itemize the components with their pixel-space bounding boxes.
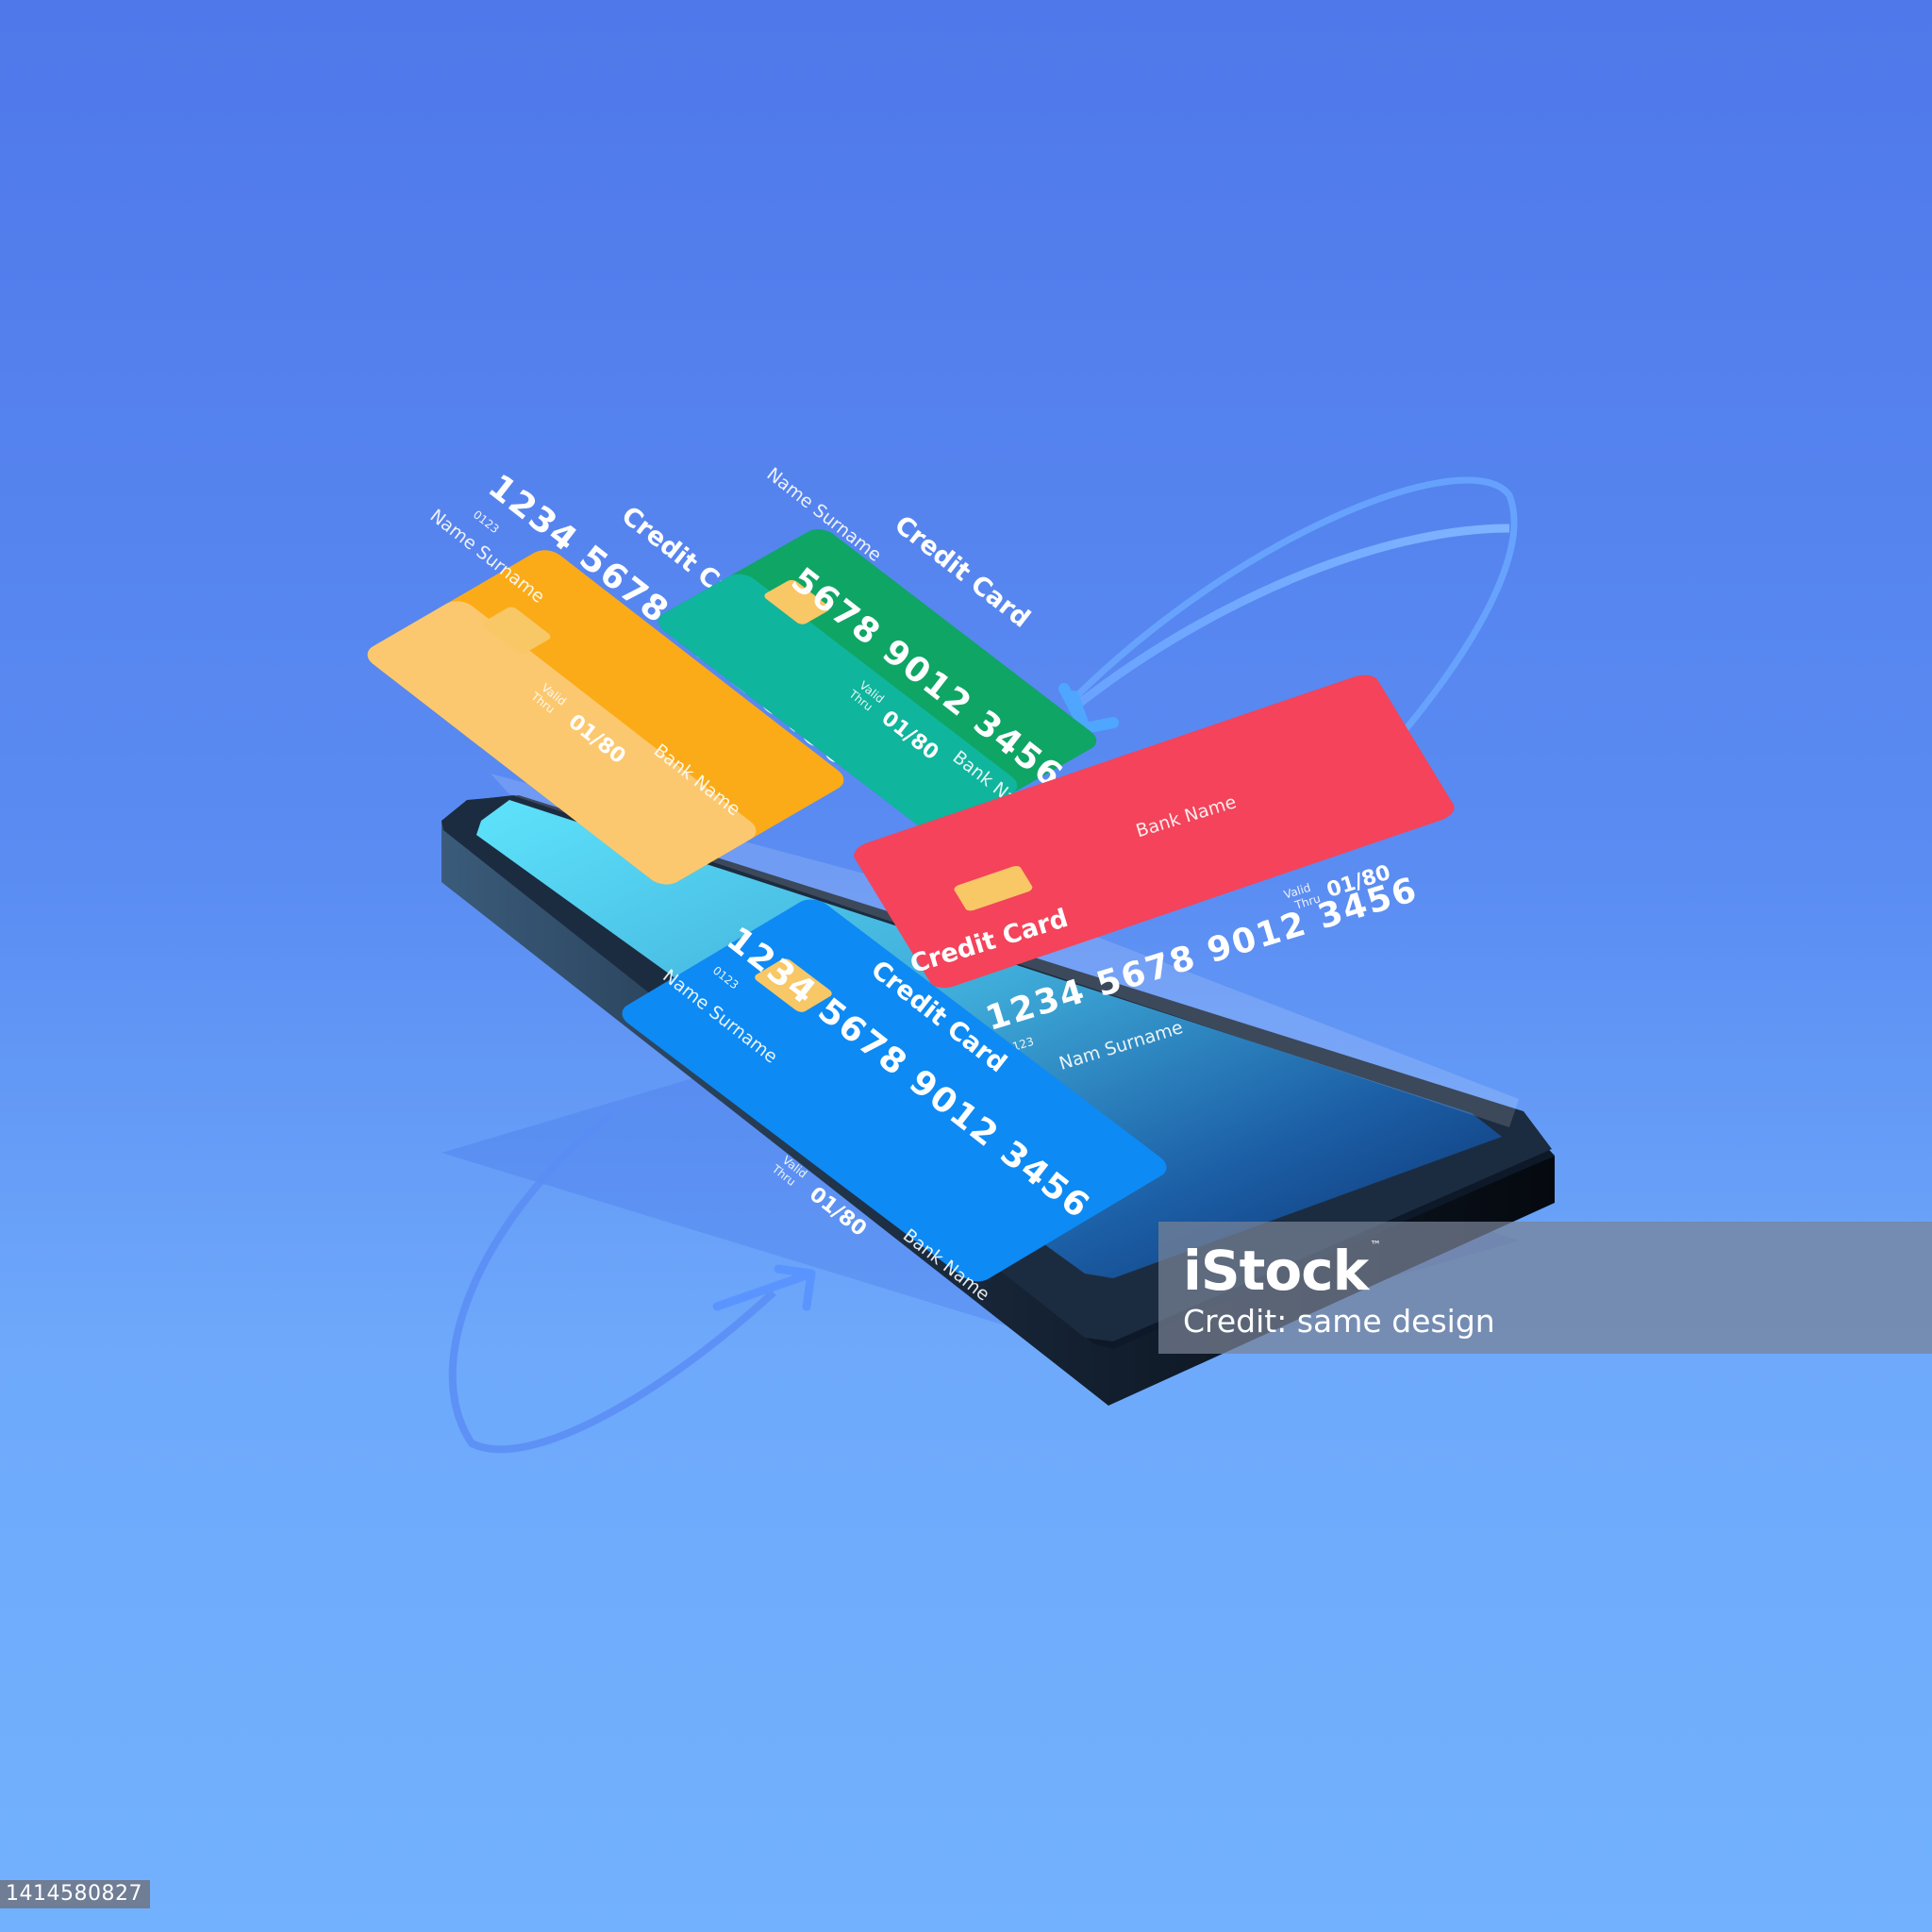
watermark-brand: iStock ™ (1183, 1239, 1381, 1303)
watermark-brand-text: iStock (1183, 1239, 1369, 1303)
watermark-credit: Credit: same design (1183, 1303, 1495, 1340)
image-id-label: 1414580827 (0, 1880, 150, 1908)
card-code: 0123 (471, 508, 502, 536)
payment-illustration: Credit Card 1234 5678 9012 3456 0123 Nam… (367, 464, 1555, 1454)
trademark-symbol: ™ (1370, 1239, 1381, 1252)
watermark-banner: iStock ™ Credit: same design (1158, 1222, 1932, 1354)
